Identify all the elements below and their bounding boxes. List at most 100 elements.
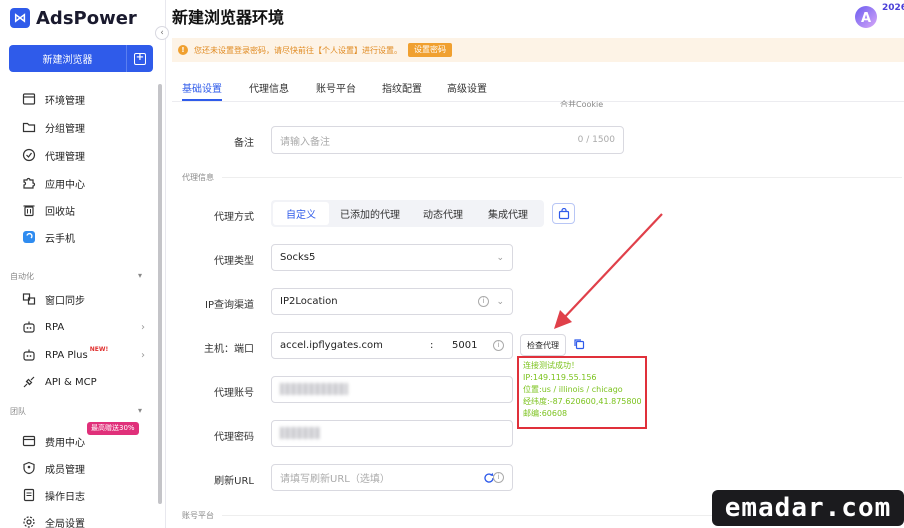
- sidebar: ⋈ AdsPower 新建浏览器 + 环境管理 分组管理 代理管理 应用中心 回…: [0, 0, 166, 528]
- chevron-down-icon: ⌄: [496, 296, 504, 307]
- sidebar-item-label: 分组管理: [45, 123, 85, 135]
- sidebar-collapse-button[interactable]: ‹: [155, 26, 169, 40]
- active-tab-indicator: [182, 99, 222, 101]
- tab-basic-settings[interactable]: 基础设置: [182, 80, 222, 95]
- sidebar-item-groups[interactable]: 分组管理: [22, 117, 147, 137]
- tab-fingerprint[interactable]: 指纹配置: [382, 80, 422, 95]
- info-icon[interactable]: i: [493, 472, 504, 483]
- ip-channel-select[interactable]: IP2Location i ⌄: [271, 288, 513, 315]
- proxy-account-input[interactable]: [271, 376, 513, 403]
- chevron-right-icon: ›: [141, 321, 145, 333]
- trash-icon: [22, 203, 36, 217]
- sidebar-item-global-settings[interactable]: 全局设置: [22, 512, 147, 528]
- sidebar-item-label: 窗口同步: [45, 295, 85, 307]
- chevron-left-icon: ‹: [160, 28, 164, 38]
- copy-icon[interactable]: [573, 338, 585, 350]
- proxy-icon: [22, 148, 36, 162]
- sidebar-item-rpa[interactable]: RPA ›: [22, 317, 147, 337]
- host-port-label: 主机：端口: [204, 344, 254, 355]
- refresh-url-input[interactable]: 请填写刷新URL（选填） i: [271, 464, 513, 491]
- host-port-input[interactable]: accel.ipflygates.com : 5001 i: [271, 332, 513, 359]
- remark-label: 备注: [234, 138, 254, 149]
- notice-text: 您还未设置登录密码，请尽快前往【个人设置】进行设置。: [194, 45, 402, 55]
- sidebar-item-label: 全局设置: [45, 518, 85, 528]
- proxy-mode-dynamic[interactable]: 动态代理: [411, 202, 475, 225]
- ip-channel-value: IP2Location: [280, 296, 338, 307]
- proxy-password-input[interactable]: [271, 420, 513, 447]
- remark-input[interactable]: 请输入备注 0 / 1500: [271, 126, 624, 154]
- set-password-button[interactable]: 设置密码: [408, 43, 452, 57]
- sidebar-item-window-sync[interactable]: 窗口同步: [22, 289, 147, 309]
- result-coordinates: 经纬度:-87.620600,41.875800: [523, 397, 642, 406]
- puzzle-icon: [22, 176, 36, 190]
- host-port-separator: :: [430, 340, 434, 351]
- result-location: 位置:us / illinois / chicago: [523, 385, 623, 394]
- sync-window-icon: [22, 292, 36, 306]
- proxy-type-select[interactable]: Socks5 ⌄: [271, 244, 513, 271]
- settings-tabs: 基础设置 代理信息 账号平台 指纹配置 高级设置: [172, 72, 904, 102]
- robot-plus-icon: [22, 348, 36, 362]
- sidebar-item-cloud-phone[interactable]: 云手机: [22, 227, 147, 247]
- plus-icon: +: [134, 51, 146, 65]
- port-value: 5001: [452, 340, 478, 351]
- page-title: 新建浏览器环境: [172, 8, 285, 27]
- quick-add-button[interactable]: +: [126, 45, 153, 72]
- app-logo[interactable]: ⋈ AdsPower: [10, 6, 137, 30]
- proxy-account-label: 代理账号: [214, 388, 254, 399]
- sidebar-item-api-mcp[interactable]: API & MCP: [22, 372, 147, 392]
- proxy-mode-saved[interactable]: 已添加的代理: [329, 202, 411, 225]
- new-badge: NEW!: [89, 345, 109, 353]
- adspower-logo-icon: ⋈: [10, 8, 30, 28]
- redacted-password: [280, 427, 320, 439]
- sidebar-scrollbar[interactable]: [158, 84, 162, 504]
- tab-proxy-info[interactable]: 代理信息: [249, 80, 289, 95]
- sidebar-item-label: API & MCP: [45, 376, 97, 388]
- proxy-type-value: Socks5: [280, 252, 316, 263]
- proxy-password-label: 代理密码: [214, 432, 254, 443]
- sidebar-item-billing[interactable]: 费用中心: [22, 431, 147, 451]
- proxy-section-title: 代理信息: [182, 173, 214, 182]
- result-ip: IP:149.119.55.156: [523, 373, 597, 382]
- chevron-right-icon: ›: [141, 349, 145, 361]
- cloud-phone-icon: [22, 230, 36, 244]
- svg-text:A: A: [861, 11, 871, 26]
- tab-account-platform[interactable]: 账号平台: [316, 80, 356, 95]
- section-team: 团队: [10, 407, 26, 416]
- proxy-type-label: 代理类型: [214, 256, 254, 267]
- billing-icon: [22, 434, 36, 448]
- chevron-down-icon[interactable]: ▾: [138, 406, 142, 415]
- check-proxy-button[interactable]: 检查代理: [520, 334, 566, 356]
- chevron-down-icon[interactable]: ▾: [138, 271, 142, 280]
- proxy-mode-custom[interactable]: 自定义: [273, 202, 329, 225]
- sidebar-item-label: RPA: [45, 321, 65, 333]
- watermark-logo: emadar.com: [712, 490, 904, 526]
- proxy-mode-label: 代理方式: [214, 212, 254, 223]
- redacted-account: [280, 383, 348, 395]
- password-notice: ! 您还未设置登录密码，请尽快前往【个人设置】进行设置。 设置密码: [172, 38, 904, 62]
- info-icon[interactable]: i: [493, 340, 504, 351]
- ip-channel-label: IP查询渠道: [205, 300, 254, 311]
- refresh-url-placeholder: 请填写刷新URL（选填）: [280, 474, 390, 485]
- sidebar-item-environments[interactable]: 环境管理: [22, 89, 147, 109]
- sidebar-item-operation-log[interactable]: 操作日志: [22, 485, 147, 505]
- sidebar-item-proxies[interactable]: 代理管理: [22, 145, 147, 165]
- sidebar-item-label: 环境管理: [45, 95, 85, 107]
- sidebar-item-rpa-plus[interactable]: RPA Plus NEW! ›: [22, 345, 147, 365]
- new-browser-button[interactable]: 新建浏览器: [9, 45, 126, 72]
- account-platform-section-title: 账号平台: [182, 511, 214, 520]
- info-icon[interactable]: i: [478, 296, 489, 307]
- sidebar-item-members[interactable]: 成员管理: [22, 458, 147, 478]
- sidebar-item-recycle-bin[interactable]: 回收站: [22, 200, 147, 220]
- merge-cookie-label: 合并Cookie: [560, 100, 604, 107]
- proxy-mode-integrated[interactable]: 集成代理: [475, 202, 541, 225]
- robot-icon: [22, 320, 36, 334]
- tab-advanced-settings[interactable]: 高级设置: [447, 80, 487, 95]
- sidebar-item-app-center[interactable]: 应用中心: [22, 173, 147, 193]
- sidebar-item-label: 成员管理: [45, 464, 85, 476]
- proxy-test-result: 连接测试成功！ IP:149.119.55.156 位置:us / illino…: [517, 356, 647, 429]
- result-status: 连接测试成功！: [523, 361, 579, 370]
- annotation-arrow-icon: [554, 213, 663, 329]
- proxy-mode-segmented: 自定义 已添加的代理 动态代理 集成代理: [271, 200, 544, 227]
- result-zipcode: 邮编:60608: [523, 409, 568, 418]
- sidebar-item-label: 应用中心: [45, 179, 85, 191]
